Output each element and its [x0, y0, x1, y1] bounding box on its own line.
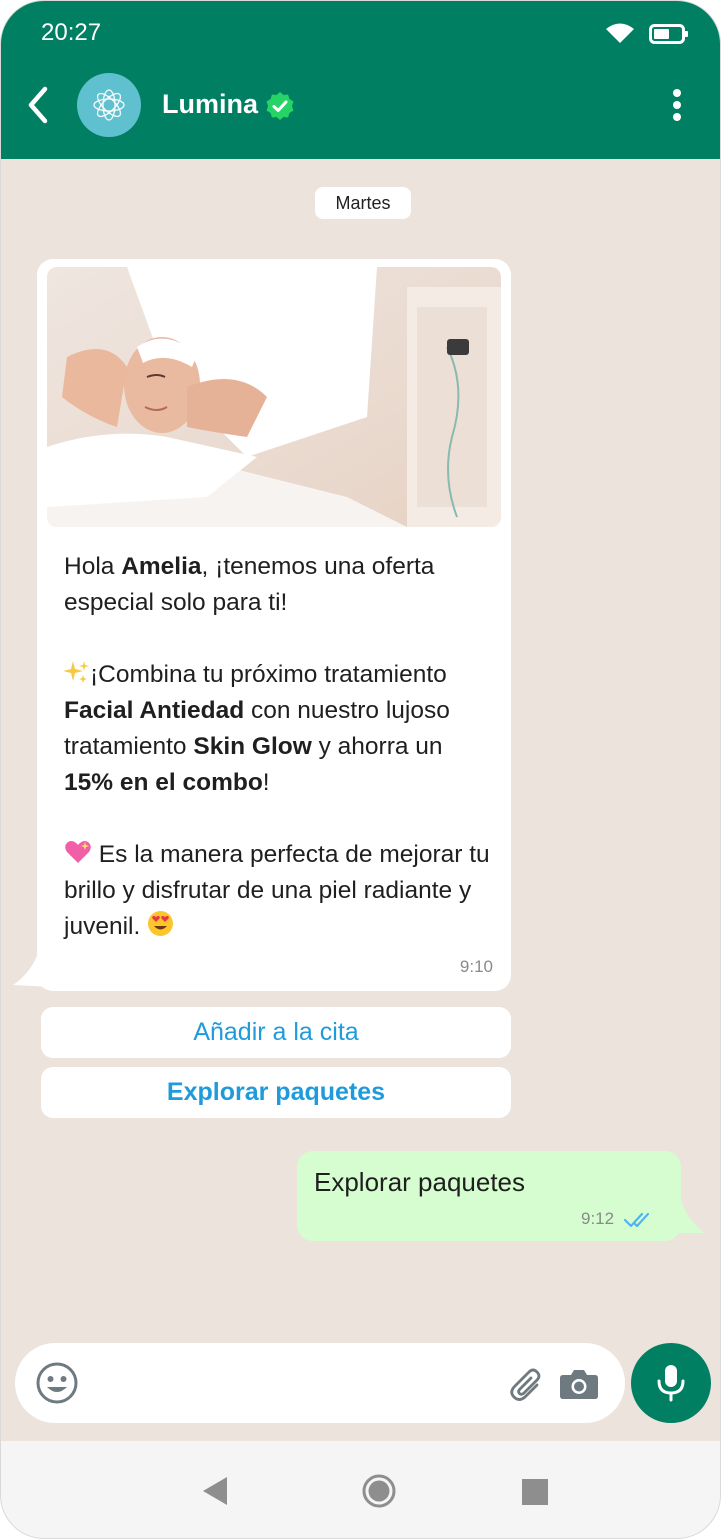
back-button[interactable]	[19, 83, 59, 127]
camera-icon[interactable]	[559, 1367, 599, 1401]
message-composer	[15, 1343, 625, 1423]
system-nav-bar	[1, 1441, 720, 1538]
wifi-icon	[606, 23, 634, 43]
message-text: Hola Amelia, ¡tenemos una oferta especia…	[64, 549, 494, 945]
message-paragraph-1: Hola Amelia, ¡tenemos una oferta especia…	[64, 553, 435, 616]
more-options-button[interactable]	[661, 85, 693, 125]
nav-back-icon[interactable]	[201, 1475, 231, 1507]
message-paragraph-2: ¡Combina tu próximo tratamiento Facial A…	[64, 661, 450, 796]
attach-icon[interactable]	[509, 1365, 549, 1405]
contact-name[interactable]: Lumina	[162, 89, 258, 120]
outgoing-message-time: 9:12	[581, 1209, 615, 1228]
message-paragraph-3: Es la manera perfecta de mejorar tu bril…	[64, 841, 490, 940]
status-time: 20:27	[41, 19, 102, 46]
read-ticks-icon	[623, 1212, 650, 1228]
outgoing-message-bubble: Explorar paquetes 9:12	[297, 1151, 681, 1241]
heart-eyes-emoji	[148, 911, 174, 936]
mic-icon	[657, 1365, 685, 1402]
verified-check-icon	[266, 92, 294, 120]
message-time: 9:10	[459, 957, 493, 976]
chat-header: 20:27 Lumina	[1, 1, 720, 159]
lotus-logo-icon	[93, 89, 125, 121]
spa-facial-massage-photo	[47, 267, 501, 527]
incoming-message-bubble: Hola Amelia, ¡tenemos una oferta especia…	[37, 259, 511, 991]
avatar[interactable]	[77, 73, 141, 137]
outgoing-message-text: Explorar paquetes	[314, 1167, 526, 1197]
voice-message-button[interactable]	[631, 1343, 711, 1423]
quick-reply-add-to-appointment[interactable]: Añadir a la cita	[41, 1007, 511, 1058]
sparkles-emoji	[64, 661, 89, 683]
phone-screen: 20:27 Lumina Martes Hola Amelia, ¡tenemo…	[0, 0, 721, 1539]
battery-icon	[649, 24, 688, 44]
sparkling-heart-emoji	[65, 841, 91, 863]
emoji-icon[interactable]	[35, 1361, 79, 1405]
nav-recent-icon[interactable]	[521, 1478, 549, 1506]
message-input[interactable]	[95, 1363, 495, 1403]
quick-reply-explore-packages[interactable]: Explorar paquetes	[41, 1067, 511, 1118]
nav-home-icon[interactable]	[361, 1473, 397, 1509]
date-chip: Martes	[315, 187, 411, 219]
